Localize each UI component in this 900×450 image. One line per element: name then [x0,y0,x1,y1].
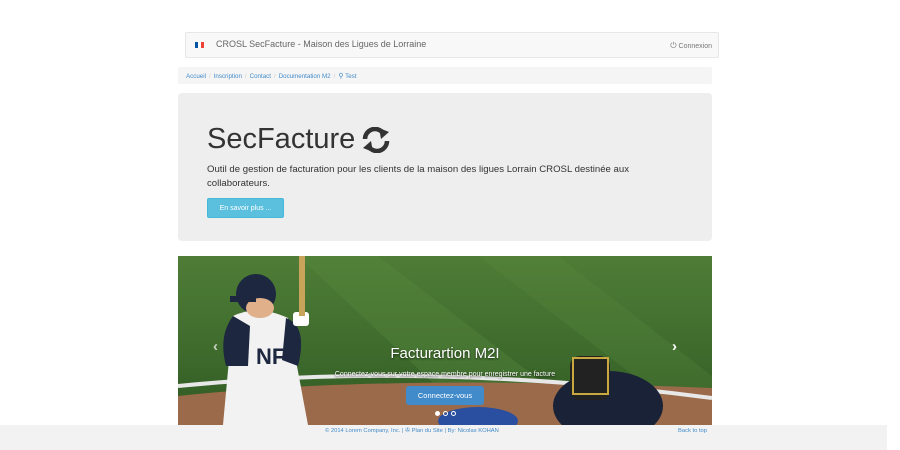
back-to-top-link[interactable]: Back to top [678,428,707,434]
carousel-indicator-dot[interactable] [443,411,448,416]
carousel-indicators [435,411,456,416]
carousel: NF ‹ › Facturartion M2I Connectez-vous s… [178,256,712,425]
footer-author: By: Nicolas KOHAN [447,428,499,434]
learn-more-button[interactable]: En savoir plus ... [207,198,284,218]
login-button[interactable]: Connectez-vous [406,386,484,405]
breadcrumb-item-documentation[interactable]: Documentation M2 [279,73,331,80]
breadcrumb: Accueil / Inscription / Contact / Documentatio… [178,67,712,84]
carousel-indicator-dot[interactable] [451,411,456,416]
navbar: CROSL SecFacture - Maison des Ligues de … [185,32,719,58]
breadcrumb-separator: / [208,73,211,80]
french-flag-icon [195,42,204,48]
page-title: SecFacture [207,123,391,156]
refresh-icon [363,126,390,153]
power-icon: ⏻ [670,41,677,50]
connect-link[interactable]: ⏻ Connexion [670,41,712,51]
breadcrumb-item-signup[interactable]: Inscription [214,73,242,80]
carousel-caption-text: Connectez-vous sur votre espace membre p… [334,371,556,378]
breadcrumb-item-test[interactable]: Test [345,73,356,80]
jumbotron: SecFacture Outil de gestion de facturati… [178,93,712,241]
sitemap-icon: ✇ [405,428,410,434]
carousel-caption-title: Facturartion M2I [390,345,500,362]
connect-label: Connexion [678,43,712,50]
footer: © 2014 Lorem Company, Inc. | ✇ Plan du S… [0,425,887,450]
breadcrumb-separator: / [273,73,276,80]
page-description: Outil de gestion de facturation pour les… [207,164,630,189]
navbar-brand[interactable]: CROSL SecFacture - Maison des Ligues de … [216,39,426,49]
breadcrumb-separator: / [244,73,247,80]
footer-sitemap-link[interactable]: Plan du Site [412,428,443,434]
breadcrumb-separator: / [333,73,336,80]
search-icon[interactable]: ⚲ [338,73,343,80]
carousel-indicator-dot[interactable] [435,411,440,416]
page-title-text: SecFacture [207,123,356,155]
breadcrumb-item-contact[interactable]: Contact [250,73,271,80]
footer-copyright: © 2014 Lorem Company, Inc. [325,428,401,434]
footer-credits: © 2014 Lorem Company, Inc. | ✇ Plan du S… [325,428,499,434]
breadcrumb-item-home[interactable]: Accueil [186,73,206,80]
